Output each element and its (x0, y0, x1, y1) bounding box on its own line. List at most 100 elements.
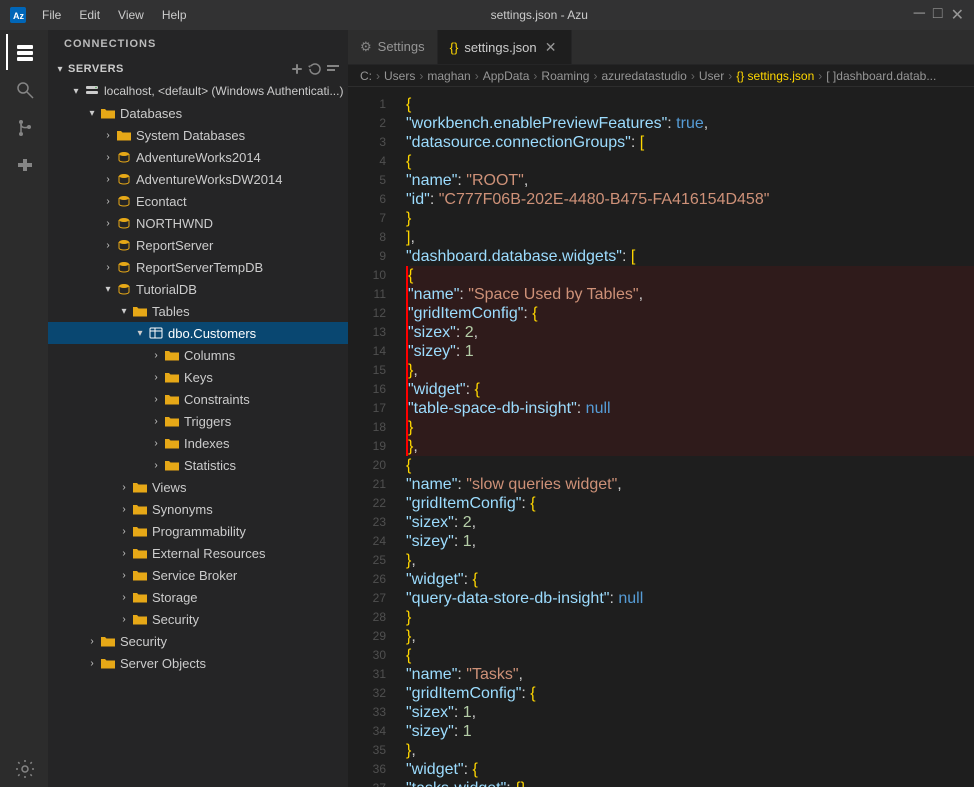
code-line-20: { (406, 456, 974, 475)
code-line-10: { (406, 266, 974, 285)
line-number-24: 24 (348, 532, 398, 551)
activity-servers[interactable] (6, 34, 42, 70)
settings-json-tab-icon: {} (450, 40, 459, 55)
menu-bar: File Edit View Help (34, 6, 195, 24)
tree-item-security-tutorialdb[interactable]: Security (48, 608, 348, 630)
line-number-35: 35 (348, 741, 398, 760)
tree-item-programmability[interactable]: Programmability (48, 520, 348, 542)
db-icon-3 (116, 193, 132, 209)
programmability-label: Programmability (152, 524, 246, 539)
tab-settings-json[interactable]: {} settings.json ✕ (438, 30, 572, 64)
code-content[interactable]: { "workbench.enablePreviewFeatures": tru… (398, 87, 974, 787)
server-icon (84, 83, 100, 99)
line-number-30: 30 (348, 646, 398, 665)
code-line-18: } (406, 418, 974, 437)
tree-item-northwnd[interactable]: NORTHWND (48, 212, 348, 234)
breadcrumb-part-7[interactable]: {} settings.json (736, 69, 814, 83)
statistics-chevron (148, 457, 164, 473)
tree-item-views[interactable]: Views (48, 476, 348, 498)
breadcrumb-part-8[interactable]: [ ]dashboard.datab... (826, 69, 936, 83)
security-tutorialdb-label: Security (152, 612, 199, 627)
line-number-17: 17 (348, 399, 398, 418)
line-number-22: 22 (348, 494, 398, 513)
code-line-19: }, (406, 437, 974, 456)
code-line-11: "name": "Space Used by Tables", (406, 285, 974, 304)
line-number-26: 26 (348, 570, 398, 589)
views-folder-icon (132, 479, 148, 495)
tree-item-constraints[interactable]: Constraints (48, 388, 348, 410)
tree-item-adventureworks2014[interactable]: AdventureWorks2014 (48, 146, 348, 168)
line-number-12: 12 (348, 304, 398, 323)
breadcrumb-part-6[interactable]: User (699, 69, 724, 83)
code-line-27: "query-data-store-db-insight": null (406, 589, 974, 608)
tree-item-keys[interactable]: Keys (48, 366, 348, 388)
tree-item-columns[interactable]: Columns (48, 344, 348, 366)
refresh-icon[interactable] (308, 62, 322, 76)
tree-item-server-objects[interactable]: Server Objects (48, 652, 348, 674)
tree-item-security-main[interactable]: Security (48, 630, 348, 652)
dbo-customers-label: dbo.Customers (168, 326, 256, 341)
code-line-13: "sizex": 2, (406, 323, 974, 342)
line-number-34: 34 (348, 722, 398, 741)
activity-extensions[interactable] (6, 148, 42, 184)
tree-item-tables[interactable]: Tables (48, 300, 348, 322)
tree-item-synonyms[interactable]: Synonyms (48, 498, 348, 520)
maximize-button[interactable]: □ (933, 5, 943, 25)
breadcrumb-part-5[interactable]: azuredatastudio (601, 69, 686, 83)
localhost-chevron (68, 83, 84, 99)
storage-label: Storage (152, 590, 198, 605)
tree-item-indexes[interactable]: Indexes (48, 432, 348, 454)
breadcrumb-part-4[interactable]: Roaming (541, 69, 589, 83)
tree-item-localhost[interactable]: localhost, <default> (Windows Authentica… (48, 80, 348, 102)
tree-item-adventureworksdw2014[interactable]: AdventureWorksDW2014 (48, 168, 348, 190)
line-number-6: 6 (348, 190, 398, 209)
tree-item-dbo-customers[interactable]: dbo.Customers (48, 322, 348, 344)
breadcrumb-part-2[interactable]: maghan (427, 69, 470, 83)
close-button[interactable]: ✕ (951, 5, 964, 25)
menu-help[interactable]: Help (154, 6, 195, 24)
code-line-22: "gridItemConfig": { (406, 494, 974, 513)
menu-file[interactable]: File (34, 6, 69, 24)
tree-item-service-broker[interactable]: Service Broker (48, 564, 348, 586)
code-line-16: "widget": { (406, 380, 974, 399)
activity-source-control[interactable] (6, 110, 42, 146)
tree-item-system-db[interactable]: System Databases (48, 124, 348, 146)
db-icon-6 (116, 259, 132, 275)
minimize-button[interactable]: ─ (914, 5, 925, 25)
menu-view[interactable]: View (110, 6, 152, 24)
constraints-chevron (148, 391, 164, 407)
system-db-icon (116, 127, 132, 143)
tree-item-reportservertempdb[interactable]: ReportServerTempDB (48, 256, 348, 278)
line-number-25: 25 (348, 551, 398, 570)
activity-settings[interactable] (6, 751, 42, 787)
tree-item-statistics[interactable]: Statistics (48, 454, 348, 476)
settings-json-tab-close[interactable]: ✕ (543, 39, 559, 55)
statistics-label: Statistics (184, 458, 236, 473)
servers-section-header[interactable]: SERVERS (48, 58, 348, 80)
tree-item-external-resources[interactable]: External Resources (48, 542, 348, 564)
breadcrumb-part-0[interactable]: C: (360, 69, 372, 83)
settings-tab-label: Settings (378, 39, 425, 54)
tree-item-reportserver[interactable]: ReportServer (48, 234, 348, 256)
tree-item-econtact[interactable]: Econtact (48, 190, 348, 212)
activity-bar (0, 30, 48, 787)
settings-json-tab-label: settings.json (464, 40, 536, 55)
tab-settings[interactable]: ⚙ Settings (348, 30, 438, 64)
breadcrumb-part-1[interactable]: Users (384, 69, 415, 83)
databases-folder-icon (100, 105, 116, 121)
line-number-4: 4 (348, 152, 398, 171)
line-number-32: 32 (348, 684, 398, 703)
tree-item-tutorialdb[interactable]: TutorialDB (48, 278, 348, 300)
dbo-customers-chevron (132, 325, 148, 341)
external-resources-chevron (116, 545, 132, 561)
menu-edit[interactable]: Edit (71, 6, 108, 24)
tables-label: Tables (152, 304, 190, 319)
add-connection-icon[interactable] (290, 62, 304, 76)
tree-item-databases[interactable]: Databases (48, 102, 348, 124)
breadcrumb-part-3[interactable]: AppData (483, 69, 530, 83)
collapse-all-icon[interactable] (326, 62, 340, 76)
line-number-19: 19 (348, 437, 398, 456)
tree-item-storage[interactable]: Storage (48, 586, 348, 608)
tree-item-triggers[interactable]: Triggers (48, 410, 348, 432)
activity-search[interactable] (6, 72, 42, 108)
